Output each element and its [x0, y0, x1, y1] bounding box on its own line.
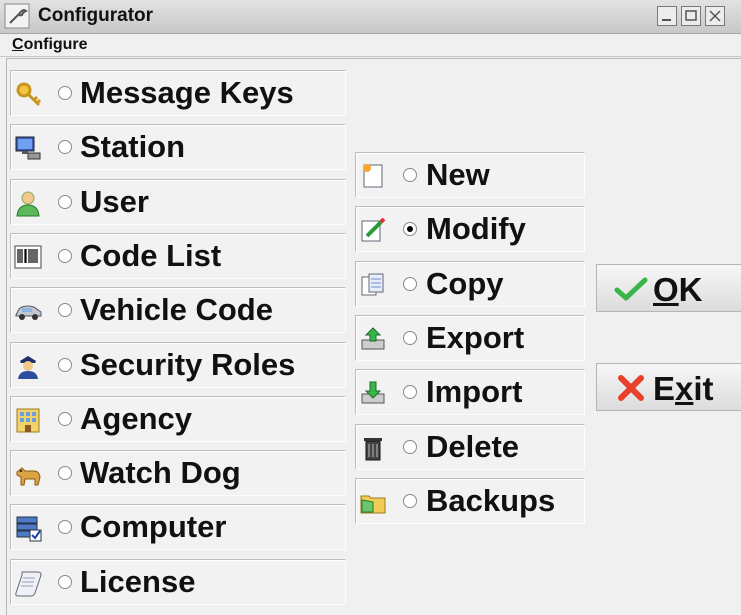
- action-label: Import: [426, 374, 523, 410]
- action-label: New: [426, 157, 490, 192]
- export-icon: [361, 327, 385, 350]
- scroll-icon: [15, 571, 42, 597]
- close-button[interactable]: [705, 6, 725, 26]
- maximize-button[interactable]: [681, 6, 701, 26]
- category-label: Watch Dog: [80, 455, 241, 491]
- action-radio-delete[interactable]: [403, 439, 417, 454]
- category-radio-computer[interactable]: [58, 520, 72, 535]
- ok-label: OK: [653, 271, 703, 308]
- category-option-code-list[interactable]: Code List: [10, 232, 346, 279]
- category-radio-license[interactable]: [58, 574, 72, 589]
- window-title: Configurator: [38, 5, 154, 26]
- action-radio-new[interactable]: [403, 168, 417, 182]
- copy-icon: [361, 273, 384, 296]
- category-label: Security Roles: [80, 346, 296, 382]
- ok-button[interactable]: OK: [596, 264, 741, 312]
- action-label: Modify: [426, 211, 526, 247]
- category-radio-security-roles[interactable]: [58, 357, 72, 372]
- maximize-icon: [685, 10, 697, 21]
- category-option-security-roles[interactable]: Security Roles: [10, 341, 346, 388]
- action-radio-modify[interactable]: [403, 222, 417, 237]
- category-label: Message Keys: [80, 75, 294, 110]
- category-label: Vehicle Code: [80, 292, 273, 328]
- officer-icon: [18, 355, 38, 379]
- action-option-import[interactable]: Import: [355, 369, 585, 416]
- action-radio-copy[interactable]: [403, 276, 417, 291]
- action-radio-import[interactable]: [403, 385, 417, 400]
- trash-icon: [364, 437, 382, 460]
- category-radio-vehicle-code[interactable]: [58, 303, 72, 318]
- category-label: Code List: [80, 237, 222, 273]
- category-label: Station: [80, 129, 186, 165]
- building-icon: [16, 408, 40, 433]
- category-radio-station[interactable]: [58, 140, 72, 155]
- edit-document-icon: [361, 217, 386, 242]
- action-label: Delete: [426, 428, 520, 464]
- category-option-message-keys[interactable]: Message Keys: [10, 70, 346, 116]
- category-label: User: [80, 183, 149, 219]
- category-radio-user[interactable]: [58, 194, 72, 209]
- car-icon: [15, 305, 42, 321]
- category-radio-watch-dog[interactable]: [58, 466, 72, 481]
- category-label: Agency: [80, 400, 192, 436]
- action-option-backups[interactable]: Backups: [355, 477, 585, 524]
- category-label: Computer: [80, 509, 227, 545]
- action-radio-backups[interactable]: [403, 493, 417, 508]
- category-option-station[interactable]: Station: [10, 124, 346, 171]
- user-icon: [16, 191, 40, 217]
- category-option-vehicle-code[interactable]: Vehicle Code: [10, 287, 346, 334]
- category-label: License: [80, 563, 196, 599]
- category-option-user[interactable]: User: [10, 178, 346, 225]
- server-check-icon: [16, 516, 42, 542]
- category-option-computer[interactable]: Computer: [10, 504, 346, 551]
- new-document-icon: [363, 164, 383, 188]
- dog-icon: [16, 467, 41, 486]
- action-option-delete[interactable]: Delete: [355, 423, 585, 470]
- menu-configure[interactable]: Configure: [12, 36, 88, 54]
- exit-label: Exit: [653, 370, 714, 407]
- action-label: Copy: [426, 265, 504, 301]
- category-option-license[interactable]: License: [10, 558, 346, 605]
- title-bar[interactable]: Configurator: [0, 0, 741, 34]
- barcode-icon: [14, 245, 42, 269]
- action-radio-export[interactable]: [403, 330, 417, 345]
- category-radio-message-keys[interactable]: [58, 86, 72, 100]
- action-label: Export: [426, 319, 525, 355]
- action-option-copy[interactable]: Copy: [355, 260, 585, 307]
- key-icon: [16, 82, 42, 107]
- action-option-modify[interactable]: Modify: [355, 206, 585, 253]
- category-radio-code-list[interactable]: [58, 248, 72, 263]
- computer-station-icon: [15, 136, 41, 160]
- exit-button[interactable]: Exit: [596, 363, 741, 411]
- menu-bar: Configure: [0, 34, 741, 57]
- wrench-app-icon: [4, 3, 30, 29]
- action-option-new[interactable]: New: [355, 152, 585, 198]
- minimize-button[interactable]: [657, 6, 677, 26]
- minimize-icon: [662, 19, 671, 21]
- import-icon: [361, 381, 385, 404]
- action-label: Backups: [426, 482, 556, 518]
- close-icon: [709, 10, 721, 22]
- check-icon: [614, 277, 648, 301]
- category-radio-agency[interactable]: [58, 411, 72, 426]
- folder-icon: [360, 495, 386, 514]
- action-option-export[interactable]: Export: [355, 314, 585, 361]
- x-mark-icon: [618, 375, 644, 401]
- category-option-watch-dog[interactable]: Watch Dog: [10, 450, 346, 497]
- category-option-agency[interactable]: Agency: [10, 395, 346, 442]
